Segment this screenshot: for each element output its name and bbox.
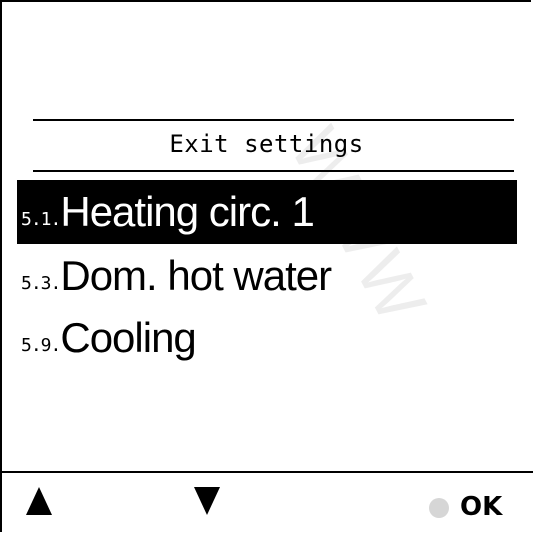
title-bottom-divider — [33, 170, 514, 172]
title-top-divider — [33, 119, 514, 121]
triangle-up-icon[interactable] — [26, 487, 52, 515]
menu-item-label: Heating circ. 1 — [60, 188, 314, 235]
menu-item-cooling[interactable]: 5.9. Cooling — [17, 306, 517, 370]
ok-button[interactable]: OK — [460, 492, 502, 522]
menu-item-label: Dom. hot water — [60, 252, 332, 299]
menu-item-number: 5.3. — [21, 272, 61, 294]
menu-item-label: Cooling — [60, 314, 196, 361]
menu-item-dom-hot-water[interactable]: 5.3. Dom. hot water — [17, 244, 517, 308]
menu-item-number: 5.9. — [21, 334, 61, 356]
screen-title: Exit settings — [169, 130, 364, 158]
triangle-down-icon[interactable] — [194, 487, 220, 515]
ok-dot-icon[interactable] — [429, 498, 449, 518]
menu-item-heating-circ-1[interactable]: 5.1. Heating circ. 1 — [17, 180, 517, 244]
menu-item-number: 5.1. — [21, 208, 61, 230]
footer-divider — [0, 471, 533, 473]
